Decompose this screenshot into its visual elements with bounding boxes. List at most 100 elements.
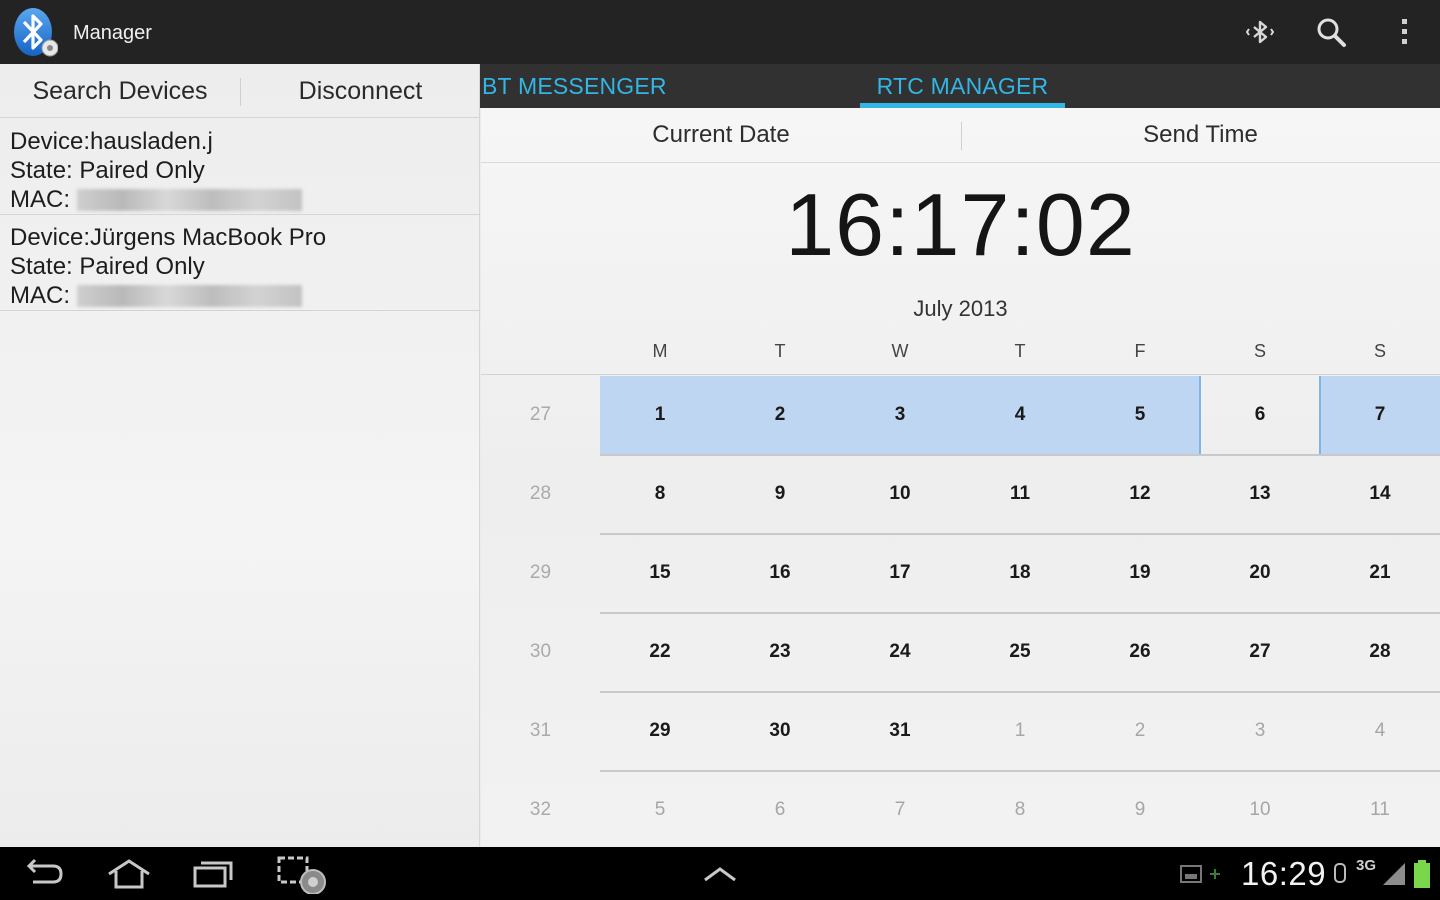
week-number: 28 [529, 483, 552, 504]
calendar-day[interactable]: 6 [720, 771, 840, 849]
device-actions-bar: Search Devices Disconnect [0, 64, 480, 118]
divider [481, 374, 1440, 375]
calendar-day[interactable]: 21 [1320, 534, 1440, 612]
weekday-header: T [1014, 341, 1026, 361]
mac-label: MAC: [10, 186, 70, 213]
device-mac: MAC: [10, 281, 480, 310]
calendar-day[interactable]: 3 [840, 376, 960, 454]
calendar-day[interactable]: 17 [840, 534, 960, 612]
calendar-day[interactable]: 9 [1080, 771, 1200, 849]
calendar-day[interactable]: 2 [1080, 692, 1200, 770]
device-mac: MAC: [10, 185, 480, 214]
device-list-item[interactable]: Device:Jürgens MacBook Pro State: Paired… [0, 215, 480, 311]
bluetooth-scan-icon[interactable] [1240, 12, 1280, 52]
back-icon[interactable] [22, 855, 68, 893]
calendar-day[interactable]: 12 [1080, 455, 1200, 533]
home-icon[interactable] [104, 855, 154, 893]
send-time-button[interactable]: Send Time [961, 108, 1440, 162]
tab-bar: BT MESSENGER RTC MANAGER [480, 64, 1440, 108]
mac-label: MAC: [10, 282, 70, 309]
week-number: 27 [529, 404, 552, 425]
app-title: Manager [73, 22, 152, 44]
battery-icon [1410, 855, 1434, 893]
calendar-day[interactable]: 16 [720, 534, 840, 612]
calendar-day[interactable]: 19 [1080, 534, 1200, 612]
tab-bt-messenger[interactable]: BT MESSENGER [482, 64, 667, 108]
week-number: 29 [529, 562, 552, 583]
divider [481, 162, 1440, 163]
calendar-day[interactable]: 13 [1200, 455, 1320, 533]
calendar-day[interactable]: 1 [960, 692, 1080, 770]
system-navigation-bar: 16:29 3G [0, 847, 1440, 900]
calendar-day[interactable]: 14 [1320, 455, 1440, 533]
tab-rtc-manager[interactable]: RTC MANAGER [860, 64, 1065, 108]
calendar-day[interactable]: 31 [840, 692, 960, 770]
calendar-day[interactable]: 25 [960, 613, 1080, 691]
up-chevron-icon[interactable] [700, 855, 740, 893]
device-name: Device:hausladen.j [10, 128, 213, 155]
calendar-day[interactable]: 23 [720, 613, 840, 691]
calendar-day[interactable]: 8 [960, 771, 1080, 849]
calendar-day[interactable]: 10 [840, 455, 960, 533]
search-icon[interactable] [1311, 12, 1351, 52]
device-name: Device:Jürgens MacBook Pro [10, 224, 327, 251]
sd-card-icon [1178, 855, 1228, 893]
status-clock: 16:29 [1241, 855, 1327, 892]
calendar-day[interactable]: 10 [1200, 771, 1320, 849]
weekday-header: S [1373, 341, 1386, 361]
weekday-header: T [774, 341, 786, 361]
calendar-day[interactable]: 11 [960, 455, 1080, 533]
week-number: 31 [529, 720, 552, 741]
recent-apps-icon[interactable] [190, 855, 236, 893]
network-type: 3G [1356, 857, 1377, 874]
calendar-day[interactable]: 27 [1200, 613, 1320, 691]
device-state: State: Paired Only [10, 157, 205, 184]
calendar-day[interactable]: 7 [1320, 376, 1440, 454]
weekday-header: S [1253, 341, 1266, 361]
calendar-day[interactable]: 7 [840, 771, 960, 849]
signal-icon [1380, 855, 1408, 893]
screenshot-icon[interactable] [274, 855, 334, 894]
calendar-day[interactable]: 5 [600, 771, 720, 849]
calendar-day[interactable]: 6 [1200, 376, 1320, 454]
week-number: 30 [529, 641, 552, 662]
rtc-manager-pane: Current Date Send Time 16:17:02 July 201… [481, 108, 1440, 847]
weekday-header: F [1134, 341, 1146, 361]
calendar-day[interactable]: 29 [600, 692, 720, 770]
calendar-day[interactable]: 2 [720, 376, 840, 454]
clock-display: 16:17:02 [785, 175, 1136, 274]
device-list-pane: Search Devices Disconnect Device:hauslad… [0, 64, 480, 847]
device-list-item[interactable]: Device:hausladen.j State: Paired Only MA… [0, 119, 480, 215]
calendar-day[interactable]: 1 [600, 376, 720, 454]
calendar-day[interactable]: 8 [600, 455, 720, 533]
device-state: State: Paired Only [10, 253, 205, 280]
calendar-day[interactable]: 20 [1200, 534, 1320, 612]
calendar-day[interactable]: 9 [720, 455, 840, 533]
overflow-menu-icon[interactable] [1384, 12, 1424, 52]
mac-address-redacted [76, 285, 302, 307]
action-bar: Manager [0, 0, 1440, 64]
calendar-day[interactable]: 4 [960, 376, 1080, 454]
calendar-day[interactable]: 28 [1320, 613, 1440, 691]
calendar-day[interactable]: 4 [1320, 692, 1440, 770]
calendar-day[interactable]: 18 [960, 534, 1080, 612]
calendar-day[interactable]: 15 [600, 534, 720, 612]
selection-edge [1199, 376, 1201, 454]
search-devices-button[interactable]: Search Devices [0, 64, 240, 118]
current-date-button[interactable]: Current Date [481, 108, 961, 162]
calendar-day[interactable]: 30 [720, 692, 840, 770]
bluetooth-icon[interactable] [12, 6, 59, 58]
calendar-day[interactable]: 3 [1200, 692, 1320, 770]
calendar-day[interactable]: 11 [1320, 771, 1440, 849]
week-number: 32 [529, 799, 552, 820]
calendar-day[interactable]: 22 [600, 613, 720, 691]
calendar-day[interactable]: 24 [840, 613, 960, 691]
mac-address-redacted [76, 189, 302, 211]
calendar-day[interactable]: 5 [1080, 376, 1200, 454]
weekday-header: W [891, 341, 909, 361]
disconnect-button[interactable]: Disconnect [241, 64, 480, 118]
calendar-month-title: July 2013 [913, 296, 1008, 321]
selection-edge [1319, 376, 1321, 454]
calendar-day[interactable]: 26 [1080, 613, 1200, 691]
weekday-header: M [652, 341, 668, 361]
